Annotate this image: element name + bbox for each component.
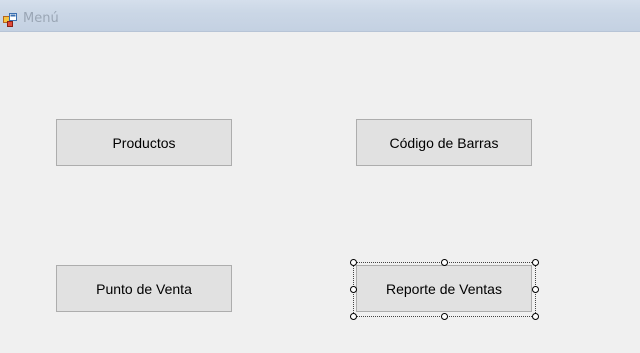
form-icon [3, 12, 17, 27]
form-window: Menú Productos Código de Barras Punto de… [0, 0, 640, 353]
resize-handle-bottom[interactable] [441, 313, 448, 320]
resize-handle-bottom-right[interactable] [532, 313, 539, 320]
title-bar[interactable]: Menú [0, 0, 640, 32]
resize-handle-right[interactable] [532, 286, 539, 293]
resize-handle-top-right[interactable] [532, 259, 539, 266]
window-title: Menú [23, 11, 59, 26]
codigo-barras-button[interactable]: Código de Barras [356, 119, 532, 166]
productos-button[interactable]: Productos [56, 119, 232, 166]
resize-handle-bottom-left[interactable] [350, 313, 357, 320]
punto-venta-button[interactable]: Punto de Venta [56, 265, 232, 312]
reporte-ventas-button[interactable]: Reporte de Ventas [356, 265, 532, 312]
